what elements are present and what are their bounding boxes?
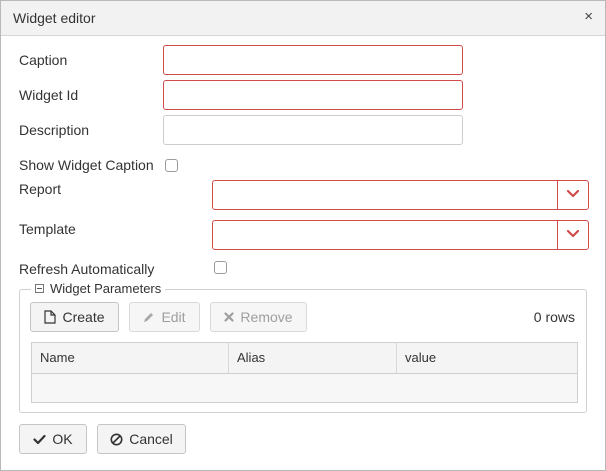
- dialog-title: Widget editor: [13, 10, 96, 26]
- widget-id-input[interactable]: [163, 80, 463, 110]
- remove-icon: [224, 312, 235, 322]
- show-caption-checkbox[interactable]: [165, 159, 178, 172]
- edit-button-label: Edit: [161, 309, 186, 325]
- chevron-down-icon: [567, 230, 579, 238]
- report-dropdown-button[interactable]: [557, 181, 588, 209]
- template-dropdown-button[interactable]: [557, 221, 588, 249]
- description-label: Description: [19, 122, 90, 138]
- caption-label: Caption: [19, 52, 68, 68]
- ok-button[interactable]: OK: [19, 424, 87, 454]
- refresh-label: Refresh Automatically: [19, 261, 155, 277]
- parameters-table: Name Alias value: [31, 342, 578, 403]
- cancel-button-label: Cancel: [129, 431, 173, 447]
- check-icon: [33, 434, 46, 444]
- template-select[interactable]: [212, 220, 589, 250]
- file-icon: [44, 310, 57, 324]
- chevron-down-icon: [567, 190, 579, 198]
- widget-parameters-title: Widget Parameters: [50, 281, 162, 296]
- collapse-icon[interactable]: [35, 284, 44, 293]
- remove-button-label: Remove: [240, 309, 293, 325]
- report-label: Report: [19, 181, 62, 197]
- edit-button[interactable]: Edit: [129, 302, 200, 332]
- column-header-value[interactable]: value: [397, 343, 577, 373]
- ok-button-label: OK: [52, 431, 73, 447]
- dialog-titlebar[interactable]: Widget editor ×: [1, 1, 605, 36]
- template-label: Template: [19, 221, 76, 237]
- report-select[interactable]: [212, 180, 589, 210]
- refresh-checkbox[interactable]: [214, 261, 227, 274]
- pencil-icon: [144, 313, 154, 322]
- show-caption-label: Show Widget Caption: [19, 157, 154, 173]
- widget-id-label: Widget Id: [19, 87, 79, 103]
- widget-parameters-legend[interactable]: Widget Parameters: [31, 281, 166, 296]
- description-input[interactable]: [163, 115, 463, 145]
- create-button[interactable]: Create: [30, 302, 119, 332]
- rows-count: 0 rows: [533, 309, 575, 325]
- create-button-label: Create: [62, 309, 105, 325]
- close-icon[interactable]: ×: [584, 8, 593, 25]
- column-header-name[interactable]: Name: [32, 343, 229, 373]
- table-body: [32, 374, 577, 402]
- remove-button[interactable]: Remove: [210, 302, 307, 332]
- cancel-button[interactable]: Cancel: [97, 424, 186, 454]
- widget-editor-dialog: Widget editor × Caption Widget Id Descri…: [0, 0, 606, 471]
- ban-icon: [110, 433, 123, 445]
- table-header: Name Alias value: [32, 343, 577, 374]
- column-header-alias[interactable]: Alias: [229, 343, 397, 373]
- caption-input[interactable]: [163, 45, 463, 75]
